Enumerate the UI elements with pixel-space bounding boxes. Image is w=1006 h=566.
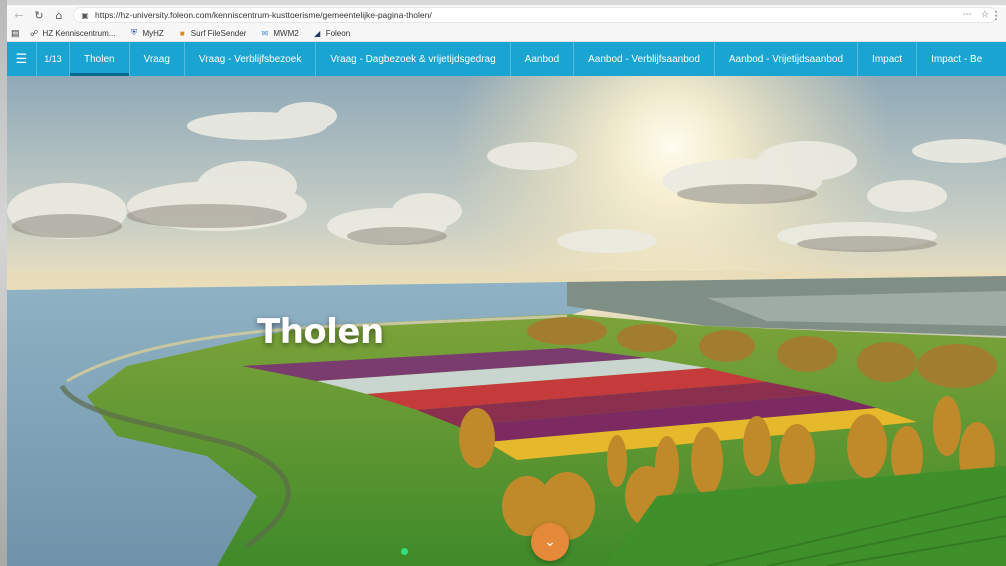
reload-icon[interactable]: ↻ — [29, 5, 49, 25]
browser-menu-icon[interactable]: ⋮ — [986, 5, 1006, 25]
folder-icon: ■ — [179, 28, 185, 38]
bookmark-myhz[interactable]: ⛨ MyHZ — [129, 28, 164, 38]
tab-vraag[interactable]: Vraag — [130, 42, 185, 76]
bookmark-label: HZ Kenniscentrum... — [42, 28, 116, 38]
hamburger-menu-icon[interactable]: ☰ — [7, 42, 37, 76]
tab-vraag-dagbezoek[interactable]: Vraag - Dagbezoek & vrijetijdsgedrag — [316, 42, 511, 76]
bookmark-apps-icon[interactable]: ▤ — [11, 28, 20, 39]
tab-vraag-verblijfsbezoek[interactable]: Vraag - Verblijfsbezoek — [185, 42, 317, 76]
hero-section: Tholen ⌄ — [7, 76, 1006, 566]
url-text[interactable]: https://hz-university.foleon.com/kennisc… — [95, 10, 960, 20]
chevron-down-icon: ⌄ — [544, 534, 556, 550]
tab-aanbod[interactable]: Aanbod — [511, 42, 575, 76]
bookmark-foleon[interactable]: ◢ Foleon — [313, 29, 350, 38]
shield-icon: ⛨ — [130, 28, 137, 37]
hero-landscape-image — [7, 76, 1006, 566]
bookmarks-bar: ▤ ☍ HZ Kenniscentrum... ⛨ MyHZ ■ Surf Fi… — [7, 25, 1006, 42]
tab-impact-be[interactable]: Impact - Be — [917, 42, 996, 76]
lock-icon[interactable]: ▣ — [78, 11, 92, 20]
page-title: Tholen — [257, 312, 384, 352]
bookmark-surf-filesender[interactable]: ■ Surf FileSender — [178, 29, 247, 38]
desktop-background-left — [0, 0, 7, 566]
home-icon[interactable]: ⌂ — [49, 5, 69, 25]
page-indicator: 1/13 — [37, 42, 70, 76]
address-bar[interactable]: ▣ https://hz-university.foleon.com/kenni… — [73, 7, 997, 23]
back-arrow-icon[interactable]: ← — [9, 5, 29, 25]
globe-icon: ☍ — [29, 28, 39, 38]
scroll-down-button[interactable]: ⌄ — [531, 523, 569, 561]
mail-icon: ✉ — [261, 28, 269, 38]
site-settings-icon[interactable]: ⋯ — [960, 10, 974, 20]
bookmark-label: Surf FileSender — [190, 28, 247, 38]
bookmark-label: MWM2 — [273, 28, 299, 38]
tab-aanbod-verblijfsaanbod[interactable]: Aanbod - Verblijfsaanbod — [574, 42, 715, 76]
tab-aanbod-vrijetijdsaanbod[interactable]: Aanbod - Vrijetijdsaanbod — [715, 42, 859, 76]
bookmark-hz-kenniscentrum[interactable]: ☍ HZ Kenniscentrum... — [29, 28, 116, 38]
bookmark-label: MyHZ — [142, 28, 164, 38]
bookmark-label: Foleon — [325, 28, 351, 38]
tab-impact[interactable]: Impact — [858, 42, 918, 76]
tab-tholen[interactable]: Tholen — [70, 42, 130, 76]
foleon-icon: ◢ — [314, 28, 321, 38]
browser-toolbar: ← ↻ ⌂ ▣ https://hz-university.foleon.com… — [7, 5, 1006, 25]
progress-dot — [401, 548, 408, 555]
bookmark-mwm2[interactable]: ✉ MWM2 — [260, 28, 299, 38]
site-navigation: ☰ 1/13 Tholen Vraag Vraag - Verblijfsbez… — [7, 42, 1006, 76]
